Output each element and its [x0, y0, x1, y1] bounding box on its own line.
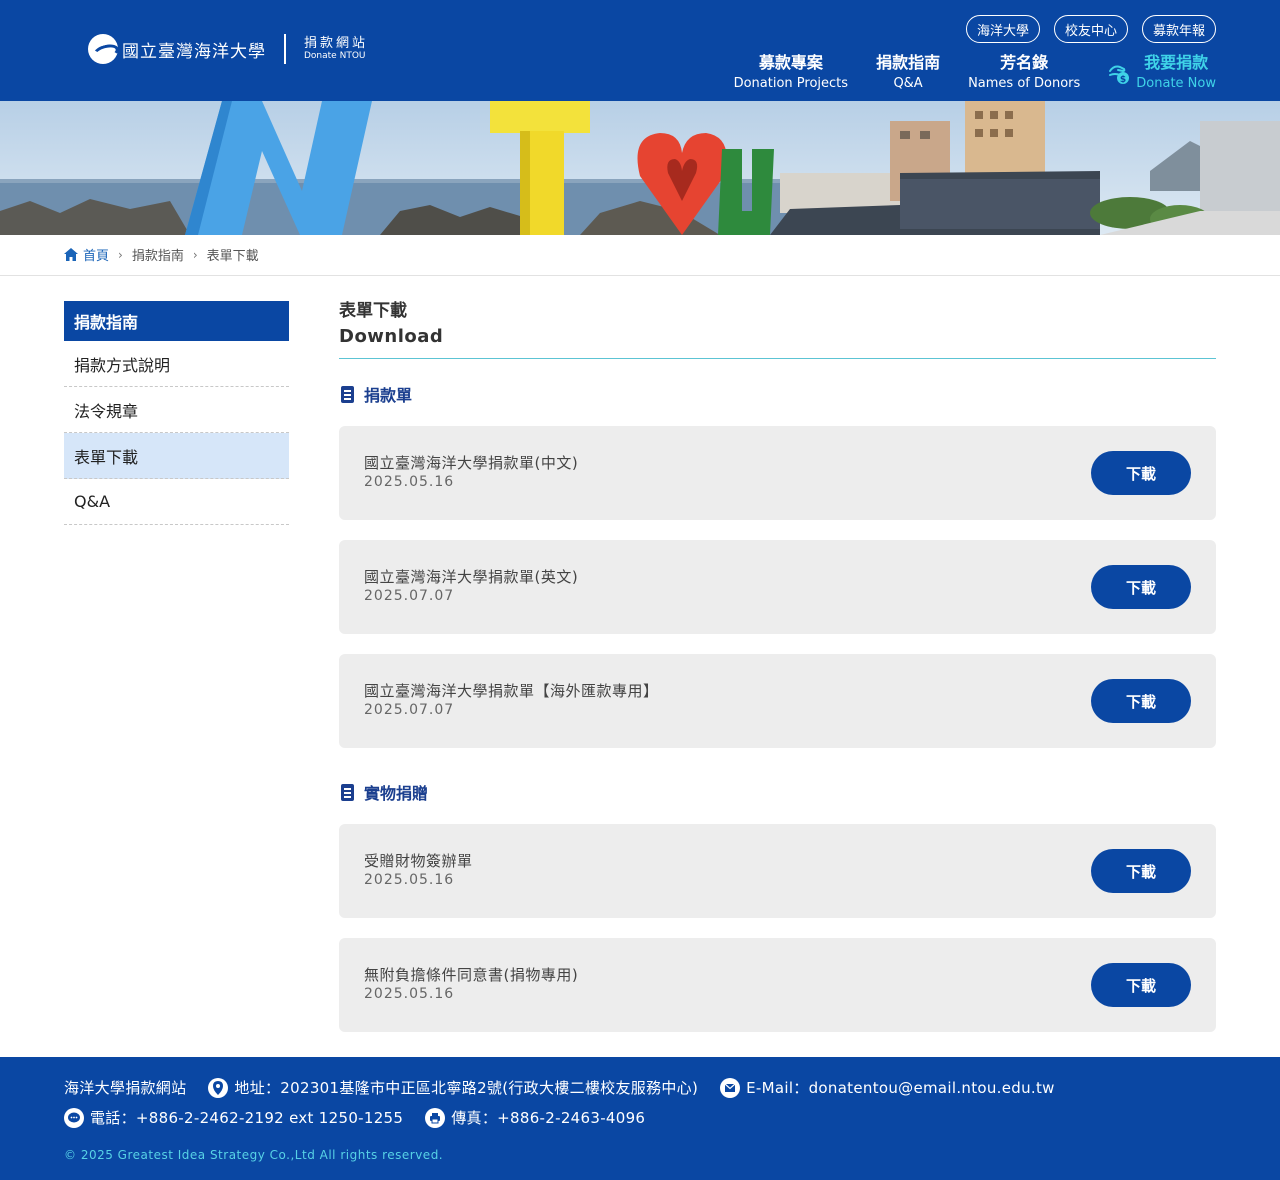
- sidebar-item-form-download[interactable]: 表單下載: [64, 433, 289, 479]
- download-item-name: 國立臺灣海洋大學捐款單(英文): [364, 568, 579, 586]
- banner-campus-image: [0, 101, 1280, 235]
- nav-label-zh: 捐款指南: [876, 53, 941, 72]
- download-item: 國立臺灣海洋大學捐款單(中文) 2025.05.16 下載: [339, 426, 1216, 520]
- site-name-en: Donate NTOU: [304, 51, 366, 62]
- main-content: 表單下載 Download 捐款單 國立臺灣海洋大學捐款單(中文) 2025.0…: [339, 298, 1216, 1032]
- download-item: 國立臺灣海洋大學捐款單【海外匯款專用】 2025.07.07 下載: [339, 654, 1216, 748]
- page-title-zh: 表單下載: [339, 301, 407, 321]
- sidebar: 捐款指南 捐款方式說明 法令規章 表單下載 Q&A: [64, 301, 289, 525]
- breadcrumb-home-label: 首頁: [83, 249, 110, 264]
- download-button[interactable]: 下載: [1091, 849, 1191, 893]
- download-button[interactable]: 下載: [1091, 451, 1191, 495]
- footer-phone-text: 電話：+886-2-2462-2192 ext 1250-1255: [90, 1109, 404, 1127]
- main-nav: 募款專案 Donation Projects 捐款指南 Q&A 芳名錄 Name…: [706, 52, 1216, 93]
- download-item-date: 2025.05.16: [364, 872, 455, 888]
- download-item: 受贈財物簽辦單 2025.05.16 下載: [339, 824, 1216, 918]
- download-item-name: 國立臺灣海洋大學捐款單(中文): [364, 454, 579, 472]
- sidebar-item-qa[interactable]: Q&A: [64, 479, 289, 525]
- mail-icon: [720, 1077, 741, 1098]
- nav-donate-now[interactable]: $ 我要捐款 Donate Now: [1108, 52, 1216, 93]
- site-header: 國立臺灣海洋大學 捐款網站 Donate NTOU 海洋大學 校友中心 募款年報…: [0, 0, 1280, 101]
- footer-fax: 傳真：+886-2-2463-4096: [425, 1107, 645, 1128]
- logo-site-label: 捐款網站 Donate NTOU: [304, 36, 368, 62]
- sidebar-item-regulations[interactable]: 法令規章: [64, 387, 289, 433]
- footer-address: 地址：202301基隆市中正區北寧路2號(行政大樓二樓校友服務中心): [208, 1077, 698, 1098]
- download-item-name: 國立臺灣海洋大學捐款單【海外匯款專用】: [364, 682, 659, 700]
- title-divider: [339, 358, 1216, 359]
- download-item-name: 受贈財物簽辦單: [364, 852, 473, 870]
- top-link-ntou[interactable]: 海洋大學: [965, 15, 1040, 43]
- footer-row-1: 海洋大學捐款網站 地址：202301基隆市中正區北寧路2號(行政大樓二樓校友服務…: [64, 1077, 1077, 1098]
- footer-phone: 電話：+886-2-2462-2192 ext 1250-1255: [64, 1107, 403, 1128]
- ntou-logo-icon: [88, 34, 118, 64]
- nav-label-zh: 芳名錄: [1000, 53, 1049, 72]
- logo-divider: [284, 34, 286, 64]
- top-link-alumni-center[interactable]: 校友中心: [1053, 15, 1128, 43]
- section-in-kind-donation: 實物捐贈: [339, 780, 428, 804]
- download-button[interactable]: 下載: [1091, 679, 1191, 723]
- home-icon: [64, 248, 78, 261]
- printer-icon: [425, 1107, 446, 1128]
- footer-site-name: 海洋大學捐款網站: [64, 1079, 187, 1097]
- donate-label-zh: 我要捐款: [1144, 53, 1209, 72]
- donate-label-en: Donate Now: [1136, 76, 1216, 91]
- section-title: 捐款單: [364, 386, 413, 405]
- nav-donation-projects[interactable]: 募款專案 Donation Projects: [734, 52, 848, 93]
- site-name-zh: 捐款網站: [304, 35, 369, 51]
- top-link-annual-report[interactable]: 募款年報: [1141, 15, 1216, 43]
- site-logo[interactable]: 國立臺灣海洋大學 捐款網站 Donate NTOU: [88, 34, 368, 64]
- breadcrumb-current: 表單下載: [206, 249, 259, 264]
- logo-university-name: 國立臺灣海洋大學: [122, 41, 266, 62]
- nav-label-en: Names of Donors: [968, 76, 1081, 91]
- page-title-en: Download: [339, 326, 444, 347]
- download-item-name: 無附負擔條件同意書(捐物專用): [364, 966, 579, 984]
- nav-donation-guide[interactable]: 捐款指南 Q&A: [876, 52, 940, 93]
- hand-coin-icon: $: [1109, 65, 1130, 85]
- hero-banner: [0, 101, 1280, 235]
- document-icon: [341, 385, 354, 403]
- sidebar-item-donation-methods[interactable]: 捐款方式說明: [64, 341, 289, 387]
- footer-row-2: 電話：+886-2-2462-2192 ext 1250-1255 傳真：+88…: [64, 1107, 667, 1128]
- top-links: 海洋大學 校友中心 募款年報: [965, 15, 1216, 43]
- breadcrumb-donation-guide[interactable]: 捐款指南: [132, 245, 184, 264]
- breadcrumb-home[interactable]: 首頁: [64, 245, 109, 264]
- sidebar-title: 捐款指南: [64, 301, 289, 341]
- chevron-right-icon: ›: [192, 247, 198, 262]
- section-donation-form: 捐款單: [339, 382, 412, 406]
- document-icon: [341, 783, 354, 801]
- download-button[interactable]: 下載: [1091, 963, 1191, 1007]
- nav-label-en: Donation Projects: [733, 76, 849, 91]
- chat-bubble-icon: [64, 1107, 84, 1128]
- breadcrumb: 首頁 › 捐款指南 › 表單下載: [64, 245, 259, 264]
- site-footer: 海洋大學捐款網站 地址：202301基隆市中正區北寧路2號(行政大樓二樓校友服務…: [0, 1057, 1280, 1180]
- footer-email[interactable]: E-Mail：donatentou@email.ntou.edu.tw: [720, 1077, 1055, 1098]
- footer-copyright: © 2025 Greatest Idea Strategy Co.,Ltd Al…: [64, 1148, 444, 1162]
- footer-fax-text: 傳真：+886-2-2463-4096: [451, 1109, 646, 1127]
- breadcrumb-divider: [0, 275, 1280, 276]
- nav-names-of-donors[interactable]: 芳名錄 Names of Donors: [968, 52, 1080, 93]
- download-item: 國立臺灣海洋大學捐款單(英文) 2025.07.07 下載: [339, 540, 1216, 634]
- download-item-date: 2025.07.07: [364, 588, 455, 604]
- section-title: 實物捐贈: [364, 784, 429, 803]
- download-button[interactable]: 下載: [1091, 565, 1191, 609]
- download-item-date: 2025.05.16: [364, 474, 455, 490]
- download-item: 無附負擔條件同意書(捐物專用) 2025.05.16 下載: [339, 938, 1216, 1032]
- download-item-date: 2025.05.16: [364, 986, 455, 1002]
- map-pin-icon: [208, 1077, 229, 1098]
- svg-text:$: $: [1120, 75, 1126, 85]
- footer-address-text: 地址：202301基隆市中正區北寧路2號(行政大樓二樓校友服務中心): [234, 1079, 699, 1097]
- footer-email-text: E-Mail：donatentou@email.ntou.edu.tw: [746, 1079, 1055, 1097]
- nav-label-zh: 募款專案: [758, 53, 823, 72]
- chevron-right-icon: ›: [118, 247, 123, 262]
- nav-label-en: Q&A: [893, 76, 923, 91]
- download-item-date: 2025.07.07: [364, 702, 455, 718]
